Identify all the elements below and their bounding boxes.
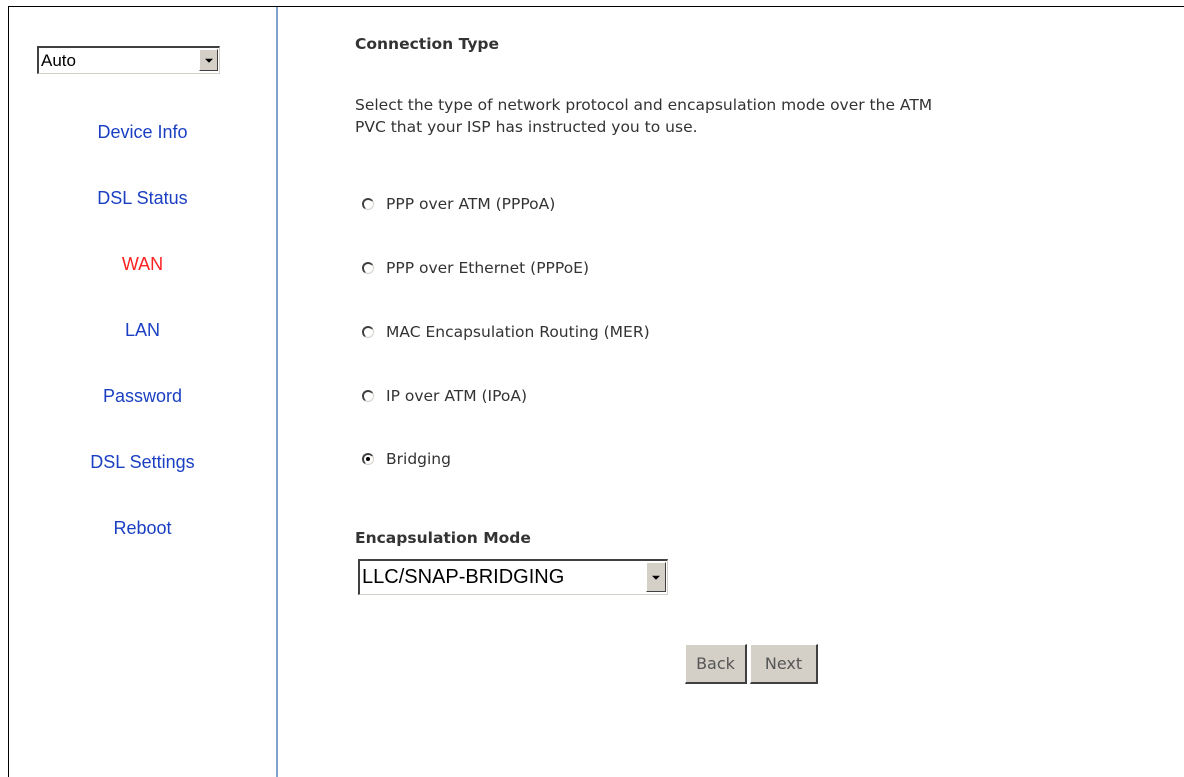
radio-label: PPP over Ethernet (PPPoE) xyxy=(386,259,590,277)
radio-label: IP over ATM (IPoA) xyxy=(386,387,528,405)
radio-option-pppoa[interactable]: PPP over ATM (PPPoA) xyxy=(362,193,555,215)
encapsulation-dropdown-button[interactable] xyxy=(646,562,666,592)
radio-label: PPP over ATM (PPPoA) xyxy=(386,195,556,213)
encapsulation-mode-select[interactable]: LLC/SNAP-BRIDGING xyxy=(358,559,668,595)
language-select-dropdown-button[interactable] xyxy=(199,49,218,71)
radio-option-pppoe[interactable]: PPP over Ethernet (PPPoE) xyxy=(362,257,589,279)
encapsulation-mode-value: LLC/SNAP-BRIDGING xyxy=(362,566,565,588)
connection-type-heading: Connection Type xyxy=(355,35,500,53)
connection-type-description: Select the type of network protocol and … xyxy=(355,94,1155,138)
back-button[interactable]: Back xyxy=(685,644,747,684)
encapsulation-mode-heading: Encapsulation Mode xyxy=(355,529,531,547)
chevron-down-icon xyxy=(204,58,213,63)
language-select[interactable]: Auto xyxy=(37,46,220,74)
sidebar-item-reboot[interactable]: Reboot xyxy=(9,517,276,539)
chevron-down-icon xyxy=(652,575,660,580)
description-line-2: PVC that your ISP has instructed you to … xyxy=(355,118,698,136)
radio-label: Bridging xyxy=(386,450,451,468)
radio-button[interactable] xyxy=(362,198,374,210)
sidebar-item-device-info[interactable]: Device Info xyxy=(9,121,276,143)
radio-button-selected[interactable] xyxy=(362,453,374,465)
description-line-1: Select the type of network protocol and … xyxy=(355,96,933,114)
radio-option-bridging[interactable]: Bridging xyxy=(362,448,451,470)
radio-button[interactable] xyxy=(362,390,374,402)
sidebar-divider xyxy=(276,7,278,777)
sidebar-item-dsl-settings[interactable]: DSL Settings xyxy=(9,451,276,473)
sidebar-item-password[interactable]: Password xyxy=(9,385,276,407)
sidebar-item-wan[interactable]: WAN xyxy=(9,253,276,275)
radio-button[interactable] xyxy=(362,326,374,338)
sidebar-item-lan[interactable]: LAN xyxy=(9,319,276,341)
radio-option-ipoa[interactable]: IP over ATM (IPoA) xyxy=(362,385,527,407)
sidebar-item-dsl-status[interactable]: DSL Status xyxy=(9,187,276,209)
radio-button[interactable] xyxy=(362,262,374,274)
next-button[interactable]: Next xyxy=(750,644,818,684)
radio-label: MAC Encapsulation Routing (MER) xyxy=(386,323,650,341)
radio-option-mer[interactable]: MAC Encapsulation Routing (MER) xyxy=(362,321,650,343)
language-select-value: Auto xyxy=(41,51,76,70)
